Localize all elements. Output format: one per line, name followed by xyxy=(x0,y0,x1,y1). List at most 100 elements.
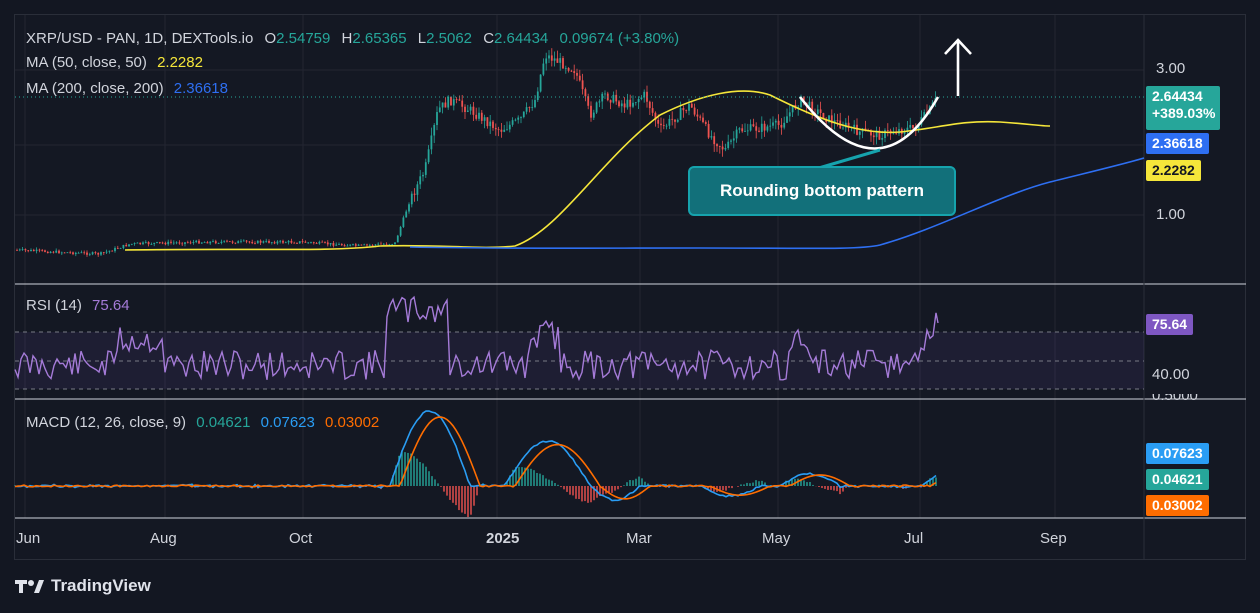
candle-body xyxy=(18,249,21,251)
candle-body xyxy=(66,252,69,254)
candle-body xyxy=(237,241,240,244)
candle-body xyxy=(32,249,35,252)
candle-body xyxy=(60,252,63,254)
candle-body xyxy=(674,119,676,122)
ma50-price-tag: 2.2282 xyxy=(1146,160,1201,181)
candle-body xyxy=(534,100,536,108)
candle-body xyxy=(158,241,161,243)
candle-body xyxy=(704,122,707,124)
candle-body xyxy=(55,250,58,253)
candle-body xyxy=(780,124,783,128)
candle-body xyxy=(382,243,385,245)
macd-value: 0.04621 xyxy=(196,414,251,431)
candle-body xyxy=(279,240,282,242)
candle-body xyxy=(46,251,49,254)
candle-body xyxy=(450,96,452,106)
candle-body xyxy=(788,112,791,117)
candle-body xyxy=(808,101,811,107)
candle-body xyxy=(478,112,480,119)
candle-body xyxy=(660,123,662,126)
candle-body xyxy=(514,119,517,121)
candle-body xyxy=(710,136,713,138)
candle-body xyxy=(517,117,520,120)
candle-body xyxy=(503,129,506,132)
candle-body xyxy=(682,107,685,111)
x-label-aug: Aug xyxy=(150,530,177,547)
candle-body xyxy=(648,101,651,109)
candle-body xyxy=(746,130,749,132)
candle-body xyxy=(226,240,228,242)
candle-body xyxy=(480,112,483,121)
candle-body xyxy=(206,242,209,244)
candle-body xyxy=(128,244,130,247)
candle-body xyxy=(119,248,122,249)
candle-body xyxy=(35,249,38,252)
price-tick-3: 3.00 xyxy=(1156,60,1186,77)
candle-body xyxy=(590,105,592,118)
candle-body xyxy=(366,244,368,246)
candle-body xyxy=(620,103,623,107)
candle-body xyxy=(853,124,856,128)
candle-body xyxy=(326,242,329,245)
candle-body xyxy=(16,250,18,251)
candle-body xyxy=(284,242,287,244)
candle-body xyxy=(318,241,321,244)
candle-body xyxy=(696,114,699,117)
candle-body xyxy=(511,120,514,125)
candle-body xyxy=(461,100,464,107)
candle-body xyxy=(111,250,114,252)
candle-body xyxy=(766,126,769,131)
candle-body xyxy=(427,149,430,163)
tradingview-logo[interactable]: TradingView xyxy=(15,576,151,596)
candle-body xyxy=(234,242,237,244)
candle-body xyxy=(564,67,567,69)
candle-body xyxy=(522,111,525,118)
candle-body xyxy=(186,242,189,244)
candle-body xyxy=(273,242,276,244)
candle-body xyxy=(391,244,394,245)
candle-body xyxy=(377,243,380,245)
candle-body xyxy=(783,122,786,128)
candle-body xyxy=(872,135,875,138)
candle-body xyxy=(886,130,889,131)
candle-body xyxy=(86,252,88,255)
candle-body xyxy=(385,243,388,245)
macd-legend: MACD (12, 26, close, 9) 0.04621 0.07623 … xyxy=(26,414,379,432)
candle-body xyxy=(338,244,340,245)
candle-body xyxy=(486,117,489,127)
candle-body xyxy=(623,103,626,108)
candle-body xyxy=(422,174,424,177)
candle-body xyxy=(41,250,44,251)
candle-body xyxy=(699,116,702,118)
candle-body xyxy=(464,106,466,112)
ma200-value: 2.36618 xyxy=(173,80,228,97)
candle-body xyxy=(718,146,721,147)
x-label-jun: Jun xyxy=(16,530,41,547)
candle-body xyxy=(424,162,427,175)
x-label-jul: Jul xyxy=(904,530,924,547)
candle-body xyxy=(721,146,724,150)
candle-body xyxy=(856,124,858,135)
candle-body xyxy=(52,251,55,253)
candle-body xyxy=(265,240,268,242)
candle-body xyxy=(200,242,203,244)
candle-body xyxy=(912,124,914,129)
candle-body xyxy=(553,58,556,61)
candle-body xyxy=(819,109,822,114)
open-value: 2.54759 xyxy=(276,30,331,47)
candle-body xyxy=(884,130,886,139)
x-label-may: May xyxy=(762,530,791,547)
candle-body xyxy=(189,242,192,244)
candle-body xyxy=(77,252,80,254)
candle-body xyxy=(528,107,531,108)
candle-body xyxy=(27,250,30,252)
candle-body xyxy=(251,241,254,244)
candle-body xyxy=(542,63,545,75)
candle-body xyxy=(559,58,562,63)
candle-body xyxy=(270,242,273,244)
ma50-value: 2.2282 xyxy=(157,54,203,71)
candle-body xyxy=(693,107,696,115)
candle-body xyxy=(416,184,419,195)
macd-macd-tag: 0.04621 xyxy=(1146,469,1209,490)
candle-body xyxy=(147,242,150,245)
